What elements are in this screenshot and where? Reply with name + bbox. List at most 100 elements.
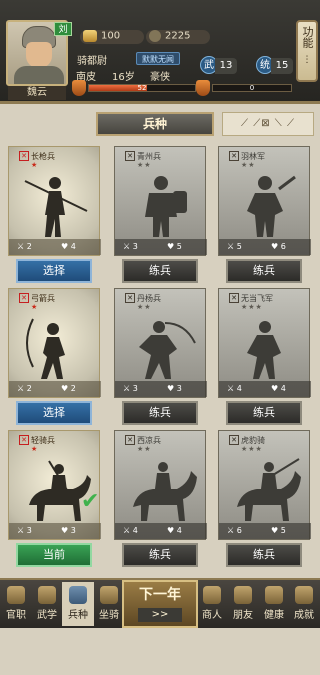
stamina-bar-row: 52 [72, 80, 198, 96]
defense-stat: ♥ 4 [167, 526, 182, 535]
attack-stat: ⚔ 3 [17, 526, 32, 535]
crossed-weapons-icon: ✕ [229, 435, 239, 445]
nav-achievement[interactable]: 成就 [288, 582, 320, 626]
unit-card[interactable]: ✕ 轻骑兵 ★ ✔ ⚔ 3 ♥ 3 当前 [8, 430, 101, 567]
attack-stat: ⚔ 2 [17, 242, 32, 251]
nav-mount-label: 坐骑 [99, 610, 119, 621]
next-year-button[interactable]: 下一年 >> [122, 580, 198, 628]
defense-stat: ♥ 5 [167, 242, 182, 251]
next-year-label: 下一年 [139, 587, 181, 603]
unit-train-button[interactable]: 练兵 [122, 259, 198, 283]
crossed-weapons-icon: ✕ [19, 293, 29, 303]
fame-tag[interactable]: 默默无闻 [136, 52, 180, 65]
attack-value: 2 [26, 384, 32, 393]
check-icon: ✔ [81, 489, 100, 514]
unit-stats: ⚔ 3 ♥ 5 [115, 239, 207, 255]
nav-official-label: 官职 [6, 610, 26, 621]
unit-stars: ★ [31, 303, 39, 311]
unit-stars: ★★★ [241, 303, 263, 311]
copper-display: 2225 [146, 30, 210, 44]
age-text: 16岁 [112, 72, 135, 83]
nav-troops-label: 兵种 [68, 610, 88, 621]
unit-train-button[interactable]: 练兵 [122, 401, 198, 425]
defense-stat: ♥ 3 [167, 384, 182, 393]
unit-card[interactable]: ✕ 西凉兵 ★★ ⚔ 4 ♥ 4 练兵 [114, 430, 207, 567]
unit-card-panel: ✕ 无当飞军 ★★★ ⚔ 4 ♥ 4 [218, 288, 311, 398]
defense-value: 3 [70, 526, 76, 535]
unit-card[interactable]: ✕ 虎豹骑 ★★★ ⚔ 6 ♥ 5 练兵 [218, 430, 311, 567]
nav-troops[interactable]: 兵种 [62, 582, 94, 626]
nav-official[interactable]: 官职 [0, 582, 32, 626]
unit-train-button[interactable]: 练兵 [226, 259, 302, 283]
achievement-icon [295, 586, 313, 604]
unit-card[interactable]: ✕ 长枪兵 ★ ⚔ 2 ♥ 4 选择 [8, 146, 101, 283]
experience-bar-row: 0 [196, 80, 296, 96]
nav-health[interactable]: 健康 [258, 582, 290, 626]
experience-bar: 0 [212, 84, 292, 92]
nav-mount[interactable]: 坐骑 [93, 582, 125, 626]
unit-silhouette-icon [26, 318, 65, 379]
mount-icon [100, 586, 118, 604]
unit-card[interactable]: ✕ 羽林军 ★★ ⚔ 5 ♥ 6 练兵 [218, 146, 311, 283]
attack-value: 3 [132, 242, 138, 251]
unit-card[interactable]: ✕ 丹杨兵 ★★ ⚔ 3 ♥ 3 练兵 [114, 288, 207, 425]
unit-stats: ⚔ 6 ♥ 5 [219, 523, 311, 539]
unit-stars: ★★ [137, 445, 152, 453]
unit-card-panel: ✕ 丹杨兵 ★★ ⚔ 3 ♥ 3 [114, 288, 207, 398]
attack-stat: ⚔ 3 [123, 242, 138, 251]
unit-stars: ★ [31, 161, 39, 169]
unit-current-button[interactable]: 当前 [16, 543, 92, 567]
copper-coin-icon [149, 30, 161, 42]
unit-card[interactable]: ✕ 弓箭兵 ★ ⚔ 2 ♥ 2 选择 [8, 288, 101, 425]
defense-value: 4 [70, 242, 76, 251]
bottom-navigation: 官职 武学 兵种 坐骑 下一年 >> 商人 朋友 健康 成就 [0, 578, 320, 628]
attack-stat: ⚔ 4 [227, 384, 242, 393]
attack-stat: ⚔ 6 [227, 526, 242, 535]
attack-value: 4 [236, 384, 242, 393]
player-name: 魏云 [8, 86, 66, 100]
crossed-weapons-icon: ✕ [229, 151, 239, 161]
unit-silhouette-icon [145, 176, 187, 237]
unit-stats: ⚔ 4 ♥ 4 [219, 381, 311, 397]
unit-stats: ⚔ 4 ♥ 4 [115, 523, 207, 539]
unit-train-button[interactable]: 练兵 [122, 543, 198, 567]
weapon-filter-icons[interactable]: ⟋ ⟋⊠ ⟍ ⟋ [222, 112, 314, 136]
bottom-padding [0, 628, 320, 675]
unit-card[interactable]: ✕ 无当飞军 ★★★ ⚔ 4 ♥ 4 练兵 [218, 288, 311, 425]
nav-achievement-label: 成就 [294, 610, 314, 621]
character-header: 刘 魏云 100 2225 骑都尉 默默无闻 南皮 16岁 豪侠 武 13 统 15… [0, 0, 320, 104]
unit-card-panel: ✕ 轻骑兵 ★ ✔ ⚔ 3 ♥ 3 [8, 430, 101, 540]
unit-card-panel: ✕ 虎豹骑 ★★★ ⚔ 6 ♥ 5 [218, 430, 311, 540]
unit-stars: ★★★ [241, 445, 263, 453]
defense-value: 5 [280, 526, 286, 535]
official-icon [7, 586, 25, 604]
defense-value: 3 [176, 384, 182, 393]
unit-select-button[interactable]: 选择 [16, 401, 92, 425]
nav-friends[interactable]: 朋友 [227, 582, 259, 626]
category-title: 兵种 [96, 112, 214, 136]
unit-select-button[interactable]: 选择 [16, 259, 92, 283]
defense-stat: ♥ 4 [271, 384, 286, 393]
defense-value: 2 [70, 384, 76, 393]
nav-martial-label: 武学 [37, 610, 57, 621]
unit-train-button[interactable]: 练兵 [226, 543, 302, 567]
more-icon: ⋮ [302, 55, 312, 65]
defense-value: 4 [176, 526, 182, 535]
friends-icon [234, 586, 252, 604]
unit-card[interactable]: ✕ 青州兵 ★★ ⚔ 3 ♥ 5 练兵 [114, 146, 207, 283]
nav-merchant[interactable]: 商人 [196, 582, 228, 626]
unit-silhouette-icon [247, 175, 296, 237]
unit-stars: ★ [31, 445, 39, 453]
defense-value: 5 [176, 242, 182, 251]
unit-stars: ★★ [137, 303, 152, 311]
attack-value: 2 [26, 242, 32, 251]
stamina-icon [72, 80, 86, 96]
unit-silhouette-icon [247, 321, 281, 379]
face-shape [26, 42, 52, 68]
defense-stat: ♥ 5 [271, 526, 286, 535]
function-button[interactable]: 功能 ⋮ [296, 20, 318, 82]
merchant-icon [203, 586, 221, 604]
crossed-weapons-icon: ✕ [125, 435, 135, 445]
nav-martial[interactable]: 武学 [31, 582, 63, 626]
unit-train-button[interactable]: 练兵 [226, 401, 302, 425]
